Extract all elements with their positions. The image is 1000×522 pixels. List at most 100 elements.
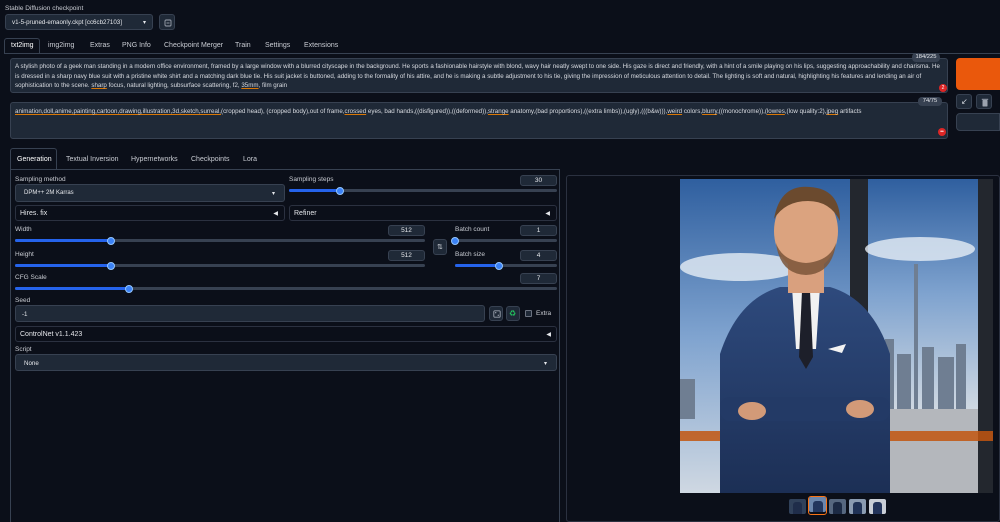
extra-checkbox[interactable] [525, 310, 532, 317]
thumbnail-figure [833, 502, 842, 514]
controlnet-accordion[interactable]: ControlNet v1.1.423 ◀ [15, 326, 557, 342]
trash-icon [981, 98, 989, 107]
sampling-method-value: DPM++ 2M Karras [24, 190, 74, 196]
tab-extras[interactable]: Extras [90, 40, 110, 52]
checkpoint-select[interactable]: v1-5-pruned-emaonly.ckpt [cc6cb27103] ▾ [5, 14, 153, 30]
tab-settings[interactable]: Settings [265, 40, 290, 52]
sampling-steps-input[interactable]: 30 [520, 175, 557, 186]
thumbnail-figure [793, 502, 802, 514]
refresh-checkpoint-button[interactable] [159, 14, 175, 30]
tab-img2img[interactable]: img2img [48, 40, 74, 52]
prompt-segment: , film grain [258, 82, 288, 90]
negative-prompt-segment: lowres [766, 108, 785, 115]
styles-dropdown[interactable] [956, 113, 1000, 131]
refiner-accordion[interactable]: Refiner ◀ [289, 205, 557, 221]
negative-prompt-textarea[interactable]: animation,doll,anime,painting,cartoon,dr… [10, 102, 948, 139]
subtab-hypernetworks[interactable]: Hypernetworks [131, 154, 178, 166]
thumbnail-figure [813, 501, 823, 512]
collapse-triangle-icon: ◀ [273, 211, 278, 217]
reuse-seed-button[interactable]: ♻ [506, 306, 520, 321]
script-value: None [24, 360, 39, 367]
negative-prompt-segment: jpeg [826, 108, 839, 115]
batch-size-input[interactable]: 4 [520, 250, 557, 261]
prompt-textarea[interactable]: A stylish photo of a geek man standing i… [10, 58, 948, 93]
negative-prompt-segment: ,(low quality:2), [784, 108, 827, 115]
portrait-image [680, 179, 993, 493]
prompt-segment: focus, natural lighting, subsurface scat… [106, 82, 242, 90]
tab-checkpoint-merger[interactable]: Checkpoint Merger [164, 40, 223, 52]
prompt-token-counter: 184/225 [912, 53, 940, 62]
seed-label: Seed [15, 297, 31, 304]
negative-prompt-segment: strange [487, 108, 509, 115]
thumbnail-3[interactable] [829, 499, 846, 514]
batch-count-slider[interactable] [451, 236, 557, 245]
sampling-method-select[interactable]: DPM++ 2M Karras ▾ [15, 184, 285, 202]
negative-prompt-segment: eyes, bad hands,((disfigured)),((deforme… [366, 108, 488, 115]
subtab-lora[interactable]: Lora [243, 154, 257, 166]
subtab-textual-inversion[interactable]: Textual Inversion [66, 154, 119, 166]
negative-prompt-text: animation,doll,anime,painting,cartoon,dr… [15, 107, 945, 117]
negative-prompt-segment: blurry [702, 108, 718, 115]
subtab-checkpoints[interactable]: Checkpoints [191, 154, 230, 166]
tab-txt2img[interactable]: txt2img [11, 40, 34, 52]
swap-dimensions-button[interactable]: ⇅ [433, 239, 447, 255]
batch-count-input[interactable]: 1 [520, 225, 557, 236]
thumbnail-figure [873, 502, 882, 514]
width-slider[interactable] [15, 236, 425, 245]
prompt-segment: 35mm [241, 82, 259, 90]
negative-prompt-segment: crossed [344, 108, 367, 115]
tab-png-info[interactable]: PNG Info [122, 40, 151, 52]
cfg-scale-slider[interactable] [15, 284, 557, 293]
seed-input[interactable]: -1 [15, 305, 485, 322]
generation-panel [10, 170, 560, 522]
collapse-triangle-icon: ◀ [545, 211, 550, 217]
negative-prompt-segment: ,((monochrome)),( [717, 108, 767, 115]
height-slider[interactable] [15, 261, 425, 270]
recycle-icon: ♻ [509, 309, 517, 318]
negative-prompt-segment: animation,doll,anime,painting,cartoon,dr… [15, 108, 222, 115]
read-params-button[interactable]: ↙ [956, 94, 972, 109]
negative-error-icon: •• [938, 128, 946, 136]
batch-count-label: Batch count [455, 226, 490, 233]
width-input[interactable]: 512 [388, 225, 425, 236]
chevron-down-icon: ▾ [543, 361, 547, 367]
negative-prompt-segment: colors, [682, 108, 703, 115]
chevron-down-icon: ▾ [142, 20, 146, 26]
generate-button[interactable] [956, 58, 1000, 90]
prompt-error-badge: 2 [939, 84, 947, 92]
sampling-steps-label: Sampling steps [289, 176, 334, 183]
thumbnail-1[interactable] [789, 499, 806, 514]
tab-divider [4, 53, 1000, 54]
script-select[interactable]: None ▾ [15, 354, 557, 371]
extra-label: Extra [536, 310, 552, 317]
tab-extensions[interactable]: Extensions [304, 40, 338, 52]
negative-prompt-segment: anatomy,(bad proportions),((extra limbs)… [508, 108, 668, 115]
cfg-scale-label: CFG Scale [15, 274, 47, 281]
chevron-down-icon: ▾ [271, 191, 275, 197]
generated-image[interactable] [680, 179, 993, 493]
seed-value: -1 [22, 311, 28, 318]
hires-fix-accordion[interactable]: Hires. fix ◀ [15, 205, 285, 221]
collapse-triangle-icon: ◀ [546, 332, 551, 338]
script-label: Script [15, 346, 32, 353]
thumbnail-2[interactable] [809, 497, 826, 512]
height-input[interactable]: 512 [388, 250, 425, 261]
trash-button[interactable] [976, 94, 992, 109]
dice-icon [493, 310, 501, 318]
hires-fix-label: Hires. fix [20, 210, 48, 217]
negative-prompt-segment: weird [667, 108, 683, 115]
cfg-scale-input[interactable]: 7 [520, 273, 557, 284]
tab-train[interactable]: Train [235, 40, 251, 52]
width-label: Width [15, 226, 32, 233]
thumbnail-4[interactable] [849, 499, 866, 514]
checkpoint-value: v1-5-pruned-emaonly.ckpt [cc6cb27103] [12, 19, 122, 26]
controlnet-label: ControlNet v1.1.423 [20, 331, 83, 338]
sampling-steps-slider[interactable] [289, 186, 557, 195]
random-seed-button[interactable] [489, 306, 503, 321]
checkpoint-label: Stable Diffusion checkpoint [5, 5, 84, 12]
thumbnail-5[interactable] [869, 499, 886, 514]
prompt-text: A stylish photo of a geek man standing i… [15, 62, 945, 91]
swap-icon: ⇅ [437, 244, 443, 251]
subtab-generation[interactable]: Generation [17, 154, 52, 166]
batch-size-slider[interactable] [455, 261, 557, 270]
